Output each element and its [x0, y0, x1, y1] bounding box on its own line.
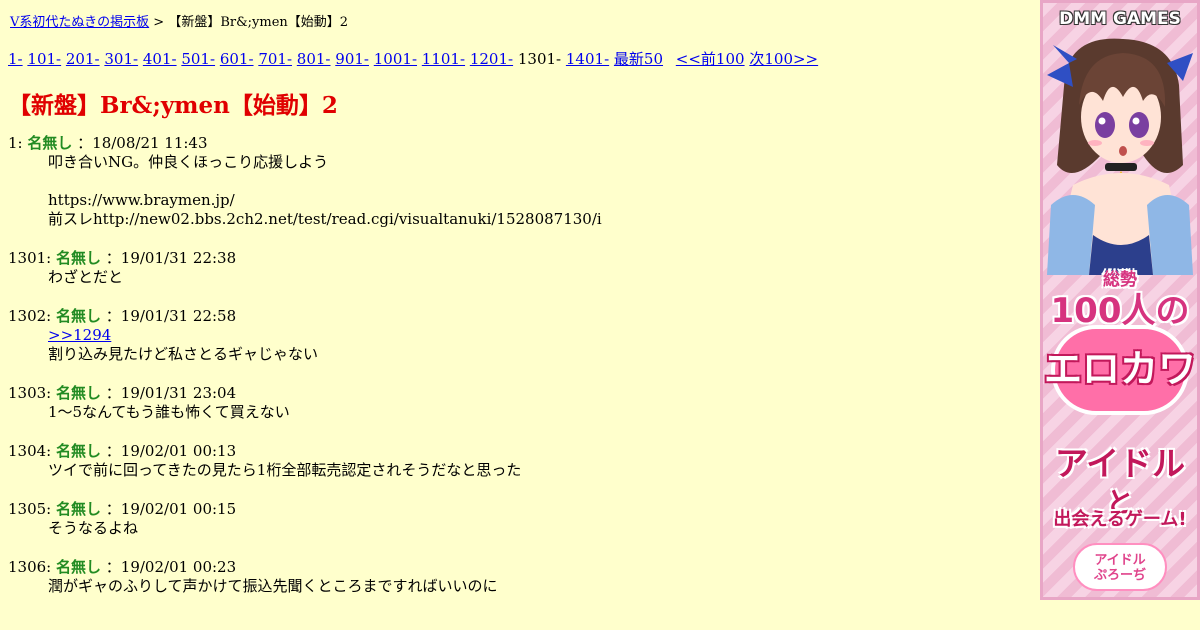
ad-headline-tagline: 出会えるゲーム! — [1053, 509, 1187, 530]
post-date: ：18/08/21 11:43 — [72, 134, 208, 152]
anime-girl-illustration — [1047, 38, 1193, 275]
page-link[interactable]: 1- — [8, 50, 23, 68]
poster-name: 名無し — [27, 134, 73, 152]
page-link[interactable]: 401- — [143, 50, 177, 68]
post-body: 叩き合いNG。仲良くほっこり応援しよう https://www.braymen.j… — [8, 153, 1028, 229]
post-line: 叩き合いNG。仲良くほっこり応援しよう — [48, 153, 329, 171]
poster-name: 名無し — [56, 249, 102, 267]
post-body: わざとだと — [8, 268, 1028, 287]
post-body: そうなるよね — [8, 519, 1028, 538]
post: 1: 名無し ：18/08/21 11:43 叩き合いNG。仲良くほっこり応援しよ… — [8, 133, 1028, 229]
post-number: 1301: — [8, 249, 56, 267]
post: 1304: 名無し ：19/02/01 00:13 ツイで前に回ってきたの見たら1… — [8, 441, 1028, 480]
post: 1301: 名無し ：19/01/31 22:38 わざとだと — [8, 248, 1028, 287]
post-number: 1304: — [8, 442, 56, 460]
page-link[interactable]: 1101- — [422, 50, 465, 68]
game-logo: アイドル ぷろーぢ — [1073, 543, 1167, 591]
post-line: 割り込み見たけど私さとるギャじゃない — [48, 345, 319, 363]
post: 1302: 名無し ：19/01/31 22:58 >>1294 割り込み見たけど私… — [8, 306, 1028, 364]
page-link[interactable]: 301- — [104, 50, 138, 68]
post-date: ：19/02/01 00:13 — [101, 442, 237, 460]
page-navigation: 1- 101- 201- 301- 401- 501- 601- 701- 80… — [8, 48, 818, 69]
post-header: 1306: 名無し ：19/02/01 00:23 — [8, 557, 1028, 577]
page-link[interactable]: 601- — [220, 50, 254, 68]
post-line: わざとだと — [48, 268, 124, 286]
next100-link[interactable]: 次100>> — [749, 50, 818, 68]
page-link[interactable]: 701- — [258, 50, 292, 68]
post-header: 1303: 名無し ：19/01/31 23:04 — [8, 383, 1028, 403]
post-number: 1: — [8, 134, 28, 152]
post-body: 1～5なんてもう誰も怖くて買えない — [8, 403, 1028, 422]
post: 1306: 名無し ：19/02/01 00:23 潤がギャのふりして声かけて振込… — [8, 557, 1028, 596]
post-header: 1: 名無し ：18/08/21 11:43 — [8, 133, 1028, 153]
breadcrumb-separator: > — [153, 15, 165, 30]
post: 1303: 名無し ：19/01/31 23:04 1～5なんてもう誰も怖くて買え… — [8, 383, 1028, 422]
post: 1305: 名無し ：19/02/01 00:15 そうなるよね — [8, 499, 1028, 538]
page-link[interactable]: 501- — [181, 50, 215, 68]
page-link[interactable]: 801- — [297, 50, 331, 68]
page-link[interactable]: 901- — [335, 50, 369, 68]
post-body: 潤がギャのふりして声かけて振込先聞くところまですればいいのに — [8, 577, 1028, 596]
latest50-link[interactable]: 最新50 — [614, 50, 663, 68]
page-link[interactable]: 101- — [27, 50, 61, 68]
post-line: そうなるよね — [48, 519, 139, 537]
post-header: 1304: 名無し ：19/02/01 00:13 — [8, 441, 1028, 461]
post-date: ：19/01/31 23:04 — [101, 384, 237, 402]
post-line: 潤がギャのふりして声かけて振込先聞くところまですればいいのに — [48, 577, 498, 595]
poster-name: 名無し — [56, 307, 102, 325]
reply-anchor-link[interactable]: >>1294 — [48, 326, 111, 344]
ad-brand-logo: DMM GAMES — [1059, 9, 1181, 29]
page-current: 1301- — [517, 50, 562, 68]
post-header: 1302: 名無し ：19/01/31 22:58 — [8, 306, 1028, 326]
breadcrumb: V系初代たぬきの掲示板 > 【新盤】Br&;ymen【始動】2 — [10, 11, 348, 30]
poster-name: 名無し — [56, 384, 102, 402]
board-link[interactable]: V系初代たぬきの掲示板 — [10, 15, 149, 30]
post-number: 1302: — [8, 307, 56, 325]
page-title: 【新盤】Br&;ymen【始動】2 — [8, 92, 338, 119]
post-date: ：19/01/31 22:38 — [101, 249, 237, 267]
post-line: >>1294 — [48, 326, 1028, 345]
post-date: ：19/02/01 00:23 — [101, 558, 237, 576]
post-body: >>1294 割り込み見たけど私さとるギャじゃない — [8, 326, 1028, 364]
post-line: 1～5なんてもう誰も怖くて買えない — [48, 403, 290, 421]
breadcrumb-current: 【新盤】Br&;ymen【始動】2 — [168, 15, 349, 30]
post-date: ：19/01/31 22:58 — [101, 307, 237, 325]
post-date: ：19/02/01 00:15 — [101, 500, 237, 518]
ad-banner[interactable]: DMM GAMES 総勢 100人の エロカワ アイドル と 出会えるゲーム! … — [1040, 0, 1200, 600]
post-header: 1305: 名無し ：19/02/01 00:15 — [8, 499, 1028, 519]
poster-name: 名無し — [56, 442, 102, 460]
post-number: 1303: — [8, 384, 56, 402]
post-header: 1301: 名無し ：19/01/31 22:38 — [8, 248, 1028, 268]
ad-headline-idol: アイドル — [1054, 444, 1186, 483]
post-number: 1305: — [8, 500, 56, 518]
post-body: ツイで前に回ってきたの見たら1桁全部転売認定されそうだなと思った — [8, 461, 1028, 480]
post-line: https://www.braymen.jp/ — [48, 191, 235, 209]
page-link[interactable]: 1401- — [566, 50, 609, 68]
post-line: 前スレhttp://new02.bbs.2ch2.net/test/read.c… — [48, 210, 602, 228]
page-link[interactable]: 201- — [66, 50, 100, 68]
post-list: 1: 名無し ：18/08/21 11:43 叩き合いNG。仲良くほっこり応援しよ… — [8, 133, 1028, 615]
prev100-link[interactable]: <<前100 — [676, 50, 745, 68]
page-link[interactable]: 1001- — [374, 50, 417, 68]
poster-name: 名無し — [56, 500, 102, 518]
poster-name: 名無し — [56, 558, 102, 576]
post-number: 1306: — [8, 558, 56, 576]
post-line: ツイで前に回ってきたの見たら1桁全部転売認定されそうだなと思った — [48, 461, 522, 479]
page-link[interactable]: 1201- — [470, 50, 513, 68]
ad-headline-main: エロカワ — [1043, 347, 1196, 391]
